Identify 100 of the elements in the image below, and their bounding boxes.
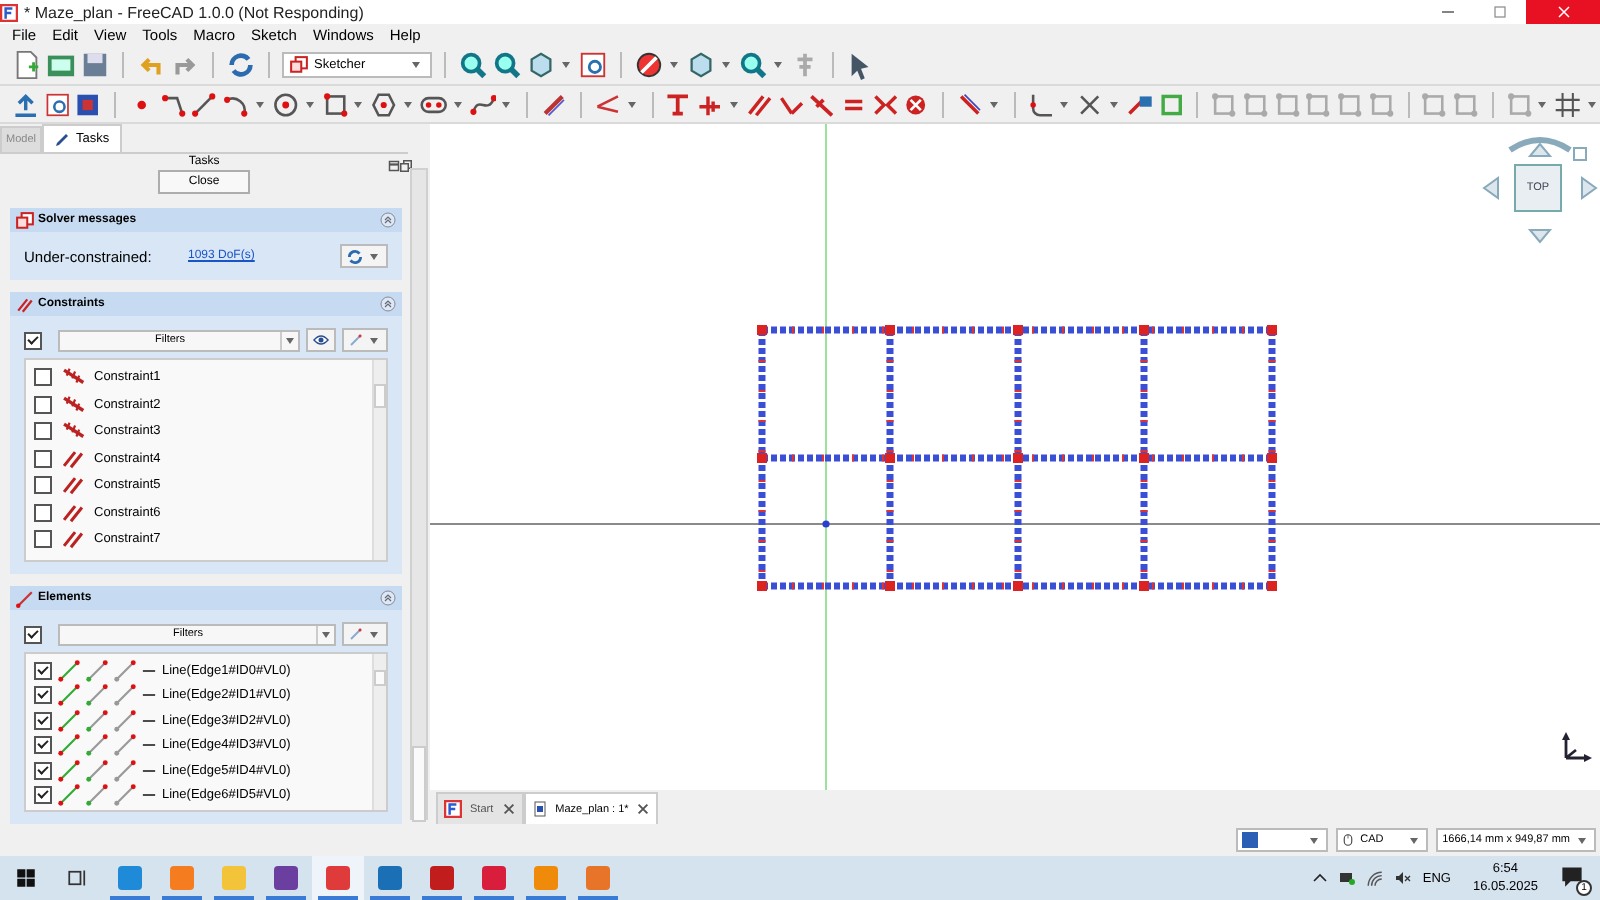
scrollbar[interactable] [372,654,387,810]
caret-icon[interactable] [453,101,462,107]
zoom-icon[interactable] [492,50,522,80]
caret-icon[interactable] [370,631,379,637]
caret-icon[interactable] [774,62,782,68]
open-file-icon[interactable] [46,50,76,80]
sketch-drawing[interactable] [757,325,1277,591]
caret-icon[interactable] [1110,101,1119,107]
origin-point[interactable] [822,520,830,528]
scrollbar[interactable] [372,360,387,560]
grid-icon[interactable] [1554,89,1583,119]
caret-icon[interactable] [255,101,264,107]
cube-icon[interactable] [526,50,556,80]
float-icon[interactable] [400,160,412,172]
select-all-checkbox[interactable] [24,331,42,349]
line-icon [58,734,80,757]
checkbox[interactable] [34,422,52,441]
draw-style-dropdown[interactable] [1236,828,1329,852]
checkbox[interactable] [34,661,52,680]
update-button[interactable] [340,244,389,268]
network-icon[interactable] [1338,870,1357,886]
angle-icon[interactable] [593,89,622,119]
chevron-up-icon[interactable] [1312,870,1329,886]
close-icon[interactable] [501,802,516,816]
polyline-icon[interactable] [159,89,187,119]
task-view-icon[interactable] [68,868,88,888]
close-icon [1555,4,1571,20]
checkbox[interactable] [34,503,52,522]
symmetric-icon[interactable] [871,89,899,119]
line-icon [86,709,108,732]
circle-icon[interactable] [271,89,300,119]
coincident-constraint-icon [60,420,86,443]
checkbox[interactable] [34,786,52,805]
checkbox[interactable] [34,395,52,414]
zoom-icon[interactable] [458,50,488,80]
zoom-icon[interactable] [738,50,768,80]
caret-icon[interactable] [305,101,314,107]
rectangle-icon[interactable] [321,89,349,119]
caret-icon[interactable] [354,101,363,107]
polygon-icon[interactable] [370,89,398,119]
checkbox[interactable] [34,711,52,730]
settings-button[interactable] [342,622,389,646]
line-icon [114,734,136,757]
speaker-muted-icon[interactable] [1394,870,1413,886]
caret-icon[interactable] [670,62,678,68]
collapse-icon[interactable] [380,590,397,606]
caret-icon[interactable] [502,101,511,107]
spline-icon[interactable] [469,89,497,119]
caret-icon[interactable] [1588,101,1597,107]
select-all-checkbox[interactable] [24,625,42,643]
caret-icon[interactable] [562,62,570,68]
fillet-icon[interactable] [1027,89,1055,119]
fixed-constraint-icon[interactable] [664,89,693,119]
caret-icon[interactable] [370,337,379,343]
line-icon [114,684,136,707]
taskbar-app[interactable] [312,856,364,900]
square-icon[interactable] [1157,89,1185,119]
upload-icon[interactable] [12,89,40,119]
parallel-constraint-icon [60,501,86,524]
tangent-icon[interactable] [808,89,836,119]
view-sketch-icon[interactable] [578,50,608,80]
no-entry-icon[interactable] [634,50,664,80]
scrollbar[interactable] [410,168,428,820]
caret-icon[interactable] [370,253,379,259]
windows-start-icon[interactable] [16,868,36,888]
caret-icon[interactable] [403,101,412,107]
visibility-button[interactable] [306,328,337,352]
cube-icon[interactable] [686,50,716,80]
checkbox[interactable] [34,686,52,705]
toggle-icon[interactable] [956,89,984,119]
collapse-icon[interactable] [380,296,397,312]
notification-icon[interactable] [1560,866,1584,888]
caret-icon[interactable] [1538,101,1547,107]
caret-icon[interactable] [1060,101,1069,107]
close-icon[interactable] [636,802,651,816]
caret-icon[interactable] [729,101,738,107]
dock-icon[interactable] [388,160,400,172]
section-view-icon[interactable] [74,89,103,119]
checkbox[interactable] [34,449,52,468]
caret-icon[interactable] [722,62,730,68]
external-geometry-icon[interactable] [540,89,568,119]
refresh-icon [346,247,365,265]
collapse-icon[interactable] [380,212,397,228]
checkbox[interactable] [34,476,52,495]
maximize-icon [1492,4,1508,20]
caret-icon[interactable] [989,101,998,107]
save-icon[interactable] [80,50,110,80]
new-file-icon[interactable] [12,50,42,80]
wifi-icon[interactable] [1366,869,1385,887]
settings-button[interactable] [342,328,389,352]
refresh-icon[interactable] [226,50,256,80]
checkbox[interactable] [34,761,52,780]
checkbox[interactable] [34,368,52,387]
mouse-icon [1342,832,1355,848]
view-sketch-icon[interactable] [43,89,71,119]
caret-icon[interactable] [627,101,636,107]
checkbox[interactable] [34,736,52,755]
sketch-icon [290,56,308,74]
checkbox[interactable] [34,530,52,549]
line-icon[interactable] [190,89,219,119]
